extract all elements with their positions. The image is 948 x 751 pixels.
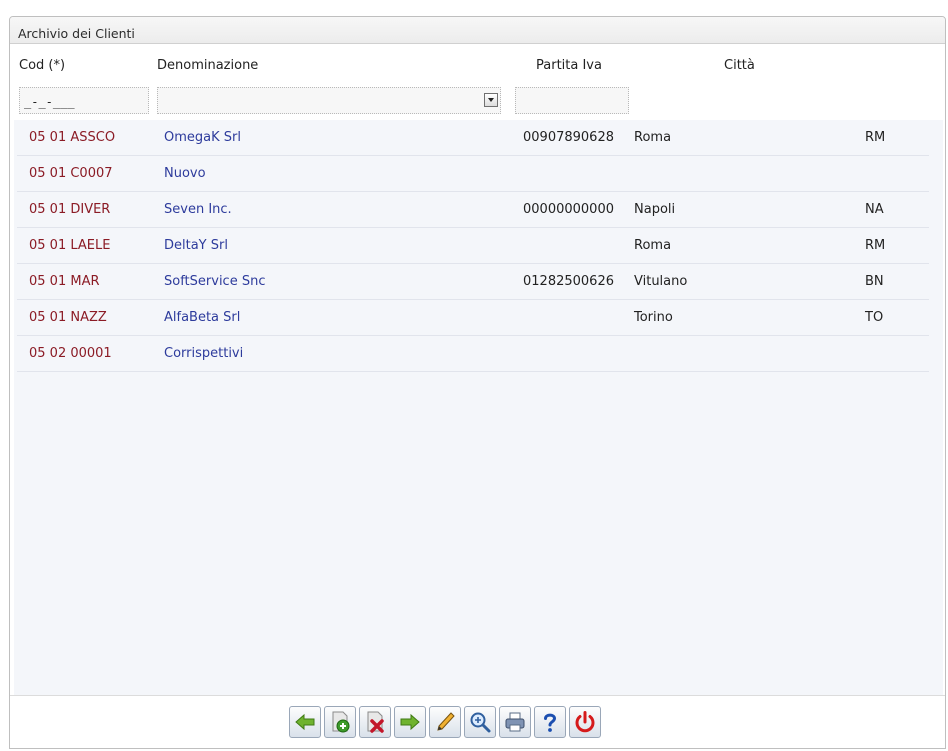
cell-cod: 05 01 LAELE xyxy=(29,238,111,253)
table-row[interactable]: 05 01 DIVER Seven Inc. 00000000000 Napol… xyxy=(17,192,929,228)
add-record-icon xyxy=(332,711,350,733)
power-icon xyxy=(575,711,595,733)
cell-cod: 05 01 C0007 xyxy=(29,166,113,181)
cell-provincia: BN xyxy=(865,274,884,289)
cell-denominazione: Seven Inc. xyxy=(164,202,232,217)
cell-denominazione: Corrispettivi xyxy=(164,346,244,361)
table-row[interactable]: 05 02 00001 Corrispettivi xyxy=(17,336,929,372)
edit-button[interactable] xyxy=(429,706,461,738)
cell-denominazione: DeltaY Srl xyxy=(164,238,228,253)
table-row[interactable]: 05 01 ASSCO OmegaK Srl 00907890628 Roma … xyxy=(17,120,929,156)
bottom-toolbar xyxy=(10,695,945,748)
cod-filter-mask: _-_-___ xyxy=(24,95,75,109)
cell-cod: 05 01 DIVER xyxy=(29,202,111,217)
cell-cod: 05 01 NAZZ xyxy=(29,310,107,325)
cell-citta: Roma xyxy=(634,130,672,145)
printer-icon xyxy=(505,712,525,732)
table-row[interactable]: 05 01 LAELE DeltaY Srl Roma RM xyxy=(17,228,929,264)
help-icon xyxy=(544,713,557,732)
add-record-button[interactable] xyxy=(324,706,356,738)
column-header-partita-iva[interactable]: Partita Iva xyxy=(536,58,602,73)
arrow-right-icon xyxy=(400,713,420,731)
column-header-cod[interactable]: Cod (*) xyxy=(19,58,65,73)
window-title: Archivio dei Clienti xyxy=(18,26,135,41)
cell-citta: Vitulano xyxy=(634,274,688,289)
table-row[interactable]: 05 01 MAR SoftService Snc 01282500626 Vi… xyxy=(17,264,929,300)
delete-record-button[interactable] xyxy=(359,706,391,738)
cod-filter-input[interactable]: _-_-___ xyxy=(19,87,149,114)
cell-partita-iva: 01282500626 xyxy=(523,274,614,289)
table-row[interactable]: 05 01 C0007 Nuovo xyxy=(17,156,929,192)
print-button[interactable] xyxy=(499,706,531,738)
partita-iva-filter-input[interactable] xyxy=(515,87,629,114)
cell-citta: Roma xyxy=(634,238,672,253)
cell-cod: 05 01 ASSCO xyxy=(29,130,116,145)
edit-pencil-icon xyxy=(437,712,455,731)
exit-button[interactable] xyxy=(569,706,601,738)
window-titlebar: Archivio dei Clienti xyxy=(10,17,945,44)
cell-denominazione: OmegaK Srl xyxy=(164,130,241,145)
zoom-search-icon xyxy=(470,712,491,733)
cell-provincia: RM xyxy=(865,130,886,145)
cell-provincia: TO xyxy=(865,310,884,325)
cell-cod: 05 02 00001 xyxy=(29,346,112,361)
cell-citta: Torino xyxy=(634,310,673,325)
cell-denominazione: AlfaBeta Srl xyxy=(164,310,241,325)
clients-archive-window: Archivio dei Clienti Cod (*) Denominazio… xyxy=(9,16,946,749)
cell-citta: Napoli xyxy=(634,202,676,217)
arrow-left-icon xyxy=(295,713,315,731)
cell-cod: 05 01 MAR xyxy=(29,274,100,289)
search-button[interactable] xyxy=(464,706,496,738)
table-row[interactable]: 05 01 NAZZ AlfaBeta Srl Torino TO xyxy=(17,300,929,336)
delete-record-icon xyxy=(367,711,384,733)
denominazione-filter-select[interactable] xyxy=(157,87,501,114)
cell-partita-iva: 00907890628 xyxy=(523,130,614,145)
column-header-denominazione[interactable]: Denominazione xyxy=(157,58,258,73)
dropdown-arrow-icon[interactable] xyxy=(484,93,498,107)
cell-partita-iva: 00000000000 xyxy=(523,202,614,217)
cell-provincia: NA xyxy=(865,202,884,217)
previous-button[interactable] xyxy=(289,706,321,738)
cell-provincia: RM xyxy=(865,238,886,253)
help-button[interactable] xyxy=(534,706,566,738)
next-button[interactable] xyxy=(394,706,426,738)
cell-denominazione: Nuovo xyxy=(164,166,206,181)
cell-denominazione: SoftService Snc xyxy=(164,274,266,289)
clients-list: 05 01 ASSCO OmegaK Srl 00907890628 Roma … xyxy=(14,120,943,695)
column-header-citta[interactable]: Città xyxy=(724,58,755,73)
